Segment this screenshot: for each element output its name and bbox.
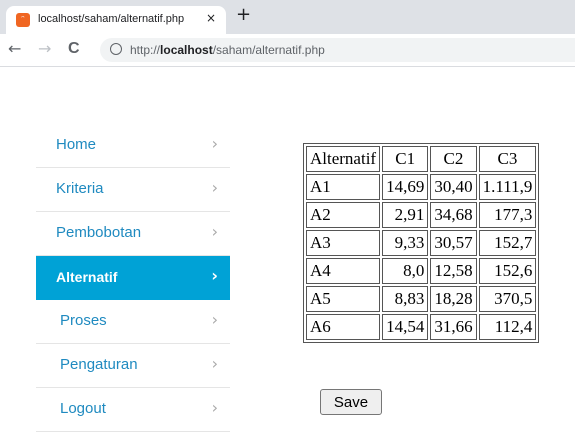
table-cell: 30,40 <box>430 174 477 200</box>
sidebar-item-label: Kriteria <box>56 180 104 197</box>
sidebar-item-proses[interactable]: Proses › <box>36 300 230 344</box>
url-text: http://localhost/saham/alternatif.php <box>130 43 325 57</box>
tab-title: localhost/saham/alternatif.php <box>38 13 185 25</box>
back-icon[interactable]: ← <box>8 40 21 58</box>
alternatif-table-container: Alternatif C1 C2 C3 A1 14,69 30,40 1.111… <box>303 143 540 343</box>
save-button[interactable]: Save <box>320 389 382 415</box>
table-cell: A6 <box>306 314 381 340</box>
column-header: C2 <box>430 146 477 172</box>
table-cell: 30,57 <box>430 230 477 256</box>
sidebar-item-label: Pembobotan <box>56 224 142 241</box>
chevron-right-icon: › <box>211 354 218 373</box>
table-cell: 152,7 <box>478 230 537 256</box>
table-cell: 9,33 <box>382 230 429 256</box>
browser-address-bar: ← → C http://localhost/saham/alternatif.… <box>0 34 575 67</box>
reload-icon[interactable]: C <box>68 40 80 58</box>
table-cell: 18,28 <box>430 286 477 312</box>
table-cell: A1 <box>306 174 381 200</box>
table-cell: A4 <box>306 258 381 284</box>
sidebar-item-pengaturan[interactable]: Pengaturan › <box>36 344 230 388</box>
chevron-right-icon: › <box>211 134 218 153</box>
chevron-right-icon: › <box>211 310 218 329</box>
table-cell: 2,91 <box>382 202 429 228</box>
table-cell: A2 <box>306 202 381 228</box>
sidebar-item-label: Proses <box>60 312 107 329</box>
table-row: A5 8,83 18,28 370,5 <box>306 286 537 312</box>
sidebar-item-label: Logout <box>60 400 106 417</box>
table-cell: 370,5 <box>478 286 537 312</box>
table-cell: 152,6 <box>478 258 537 284</box>
chevron-right-icon: › <box>211 178 218 197</box>
table-cell: A5 <box>306 286 381 312</box>
sidebar-item-label: Home <box>56 136 97 153</box>
forward-icon[interactable]: → <box>38 40 51 58</box>
column-header: C1 <box>382 146 429 172</box>
sidebar-item-pembobotan[interactable]: Pembobotan › <box>36 212 230 256</box>
browser-tab-bar: ᵔ localhost/saham/alternatif.php × + <box>0 0 575 34</box>
table-cell: 1.111,9 <box>478 174 537 200</box>
table-cell: 34,68 <box>430 202 477 228</box>
sidebar-item-label: Alternatif <box>56 269 118 285</box>
sidebar-item-alternatif[interactable]: Alternatif › <box>36 256 230 300</box>
tab-close-icon[interactable]: × <box>206 11 216 25</box>
table-row: A6 14,54 31,66 112,4 <box>306 314 537 340</box>
table-row: A1 14,69 30,40 1.111,9 <box>306 174 537 200</box>
table-row: A3 9,33 30,57 152,7 <box>306 230 537 256</box>
column-header: C3 <box>478 146 537 172</box>
table-cell: 31,66 <box>430 314 477 340</box>
table-cell: 14,69 <box>382 174 429 200</box>
table-cell: 12,58 <box>430 258 477 284</box>
table-cell: 8,83 <box>382 286 429 312</box>
sidebar-item-logout[interactable]: Logout › <box>36 388 230 432</box>
browser-tab[interactable]: ᵔ localhost/saham/alternatif.php × <box>6 6 226 34</box>
url-input[interactable]: http://localhost/saham/alternatif.php <box>100 38 575 62</box>
table-cell: 8,0 <box>382 258 429 284</box>
new-tab-icon[interactable]: + <box>236 6 251 24</box>
sidebar-menu: Home › Kriteria › Pembobotan › Alternati… <box>36 124 230 432</box>
table-cell: 177,3 <box>478 202 537 228</box>
table-cell: 112,4 <box>478 314 537 340</box>
site-info-icon[interactable] <box>110 43 122 55</box>
alternatif-table: Alternatif C1 C2 C3 A1 14,69 30,40 1.111… <box>303 143 540 343</box>
table-cell: A3 <box>306 230 381 256</box>
table-header-row: Alternatif C1 C2 C3 <box>306 146 537 172</box>
sidebar-item-label: Pengaturan <box>60 356 138 373</box>
column-header: Alternatif <box>306 146 381 172</box>
chevron-right-icon: › <box>211 398 218 417</box>
chevron-right-icon: › <box>211 222 218 241</box>
sidebar-item-home[interactable]: Home › <box>36 124 230 168</box>
xampp-favicon-icon: ᵔ <box>16 13 30 27</box>
table-row: A4 8,0 12,58 152,6 <box>306 258 537 284</box>
table-row: A2 2,91 34,68 177,3 <box>306 202 537 228</box>
table-cell: 14,54 <box>382 314 429 340</box>
sidebar-item-kriteria[interactable]: Kriteria › <box>36 168 230 212</box>
chevron-right-icon: › <box>211 266 218 285</box>
